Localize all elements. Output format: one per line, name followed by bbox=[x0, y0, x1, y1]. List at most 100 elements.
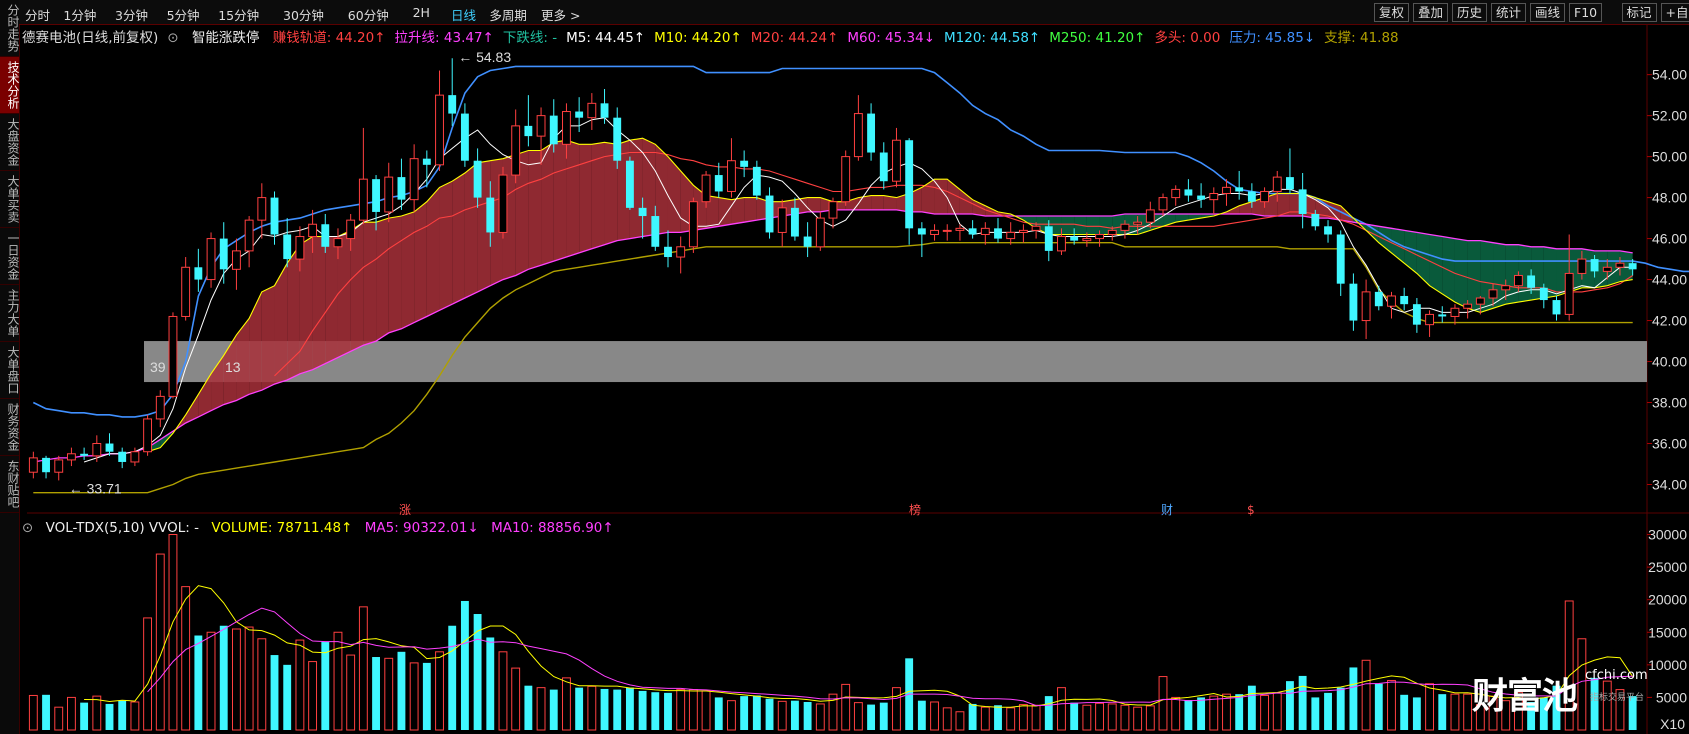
timeframe-tab[interactable]: 1分钟 bbox=[63, 5, 96, 24]
toolbar-button[interactable]: 统计 bbox=[1491, 3, 1527, 22]
candle-body bbox=[1615, 262, 1625, 268]
sidebar-tab[interactable]: 大单盘口 bbox=[0, 342, 20, 399]
volume-bar bbox=[714, 697, 723, 730]
volume-bar bbox=[575, 687, 584, 730]
ribbon-segment bbox=[350, 222, 364, 352]
candle-body bbox=[1463, 303, 1473, 309]
stock-title[interactable]: 德赛电池(日线,前复权) bbox=[22, 30, 158, 46]
ribbon-segment bbox=[541, 142, 554, 266]
sidebar-tab[interactable]: 财务资金 bbox=[0, 399, 20, 456]
sidebar-tab[interactable]: 主力大单 bbox=[0, 285, 20, 342]
candle-body bbox=[1209, 193, 1219, 201]
toolbar-button[interactable]: 画线 bbox=[1530, 3, 1566, 22]
candle-body bbox=[143, 418, 153, 453]
volume-bar bbox=[994, 705, 1002, 730]
volume-bar bbox=[1336, 687, 1345, 730]
toolbar-button[interactable]: +自选 bbox=[1660, 3, 1689, 22]
volume-bar bbox=[587, 685, 597, 731]
volume-bar bbox=[1286, 681, 1294, 730]
volume-bar bbox=[219, 625, 228, 730]
volume-indicator-name[interactable]: VOL-TDX(5,10) VVOL: - bbox=[46, 520, 199, 536]
volume-bar bbox=[1006, 707, 1016, 731]
indicator-value: 下跌线: - bbox=[502, 30, 558, 46]
candle-body bbox=[1349, 283, 1358, 321]
candle-body bbox=[536, 115, 546, 137]
candle-body bbox=[1235, 187, 1244, 192]
ribbon-segment bbox=[871, 195, 884, 210]
ribbon-segment bbox=[1086, 216, 1100, 235]
timeframe-tab[interactable]: 2H bbox=[413, 5, 430, 20]
volume-bar bbox=[333, 631, 343, 731]
watermark-tagline: 指标交易平台 bbox=[1590, 693, 1645, 703]
sidebar-tab[interactable]: 分时走势 bbox=[0, 0, 20, 57]
timeframe-tab[interactable]: 更多 > bbox=[541, 5, 580, 24]
timeframe-tab[interactable]: 日线 bbox=[451, 5, 476, 24]
candle-body bbox=[790, 207, 799, 237]
candle-body bbox=[955, 227, 965, 231]
volume-tick-label: 25000 bbox=[1648, 559, 1687, 575]
indicator-value: 压力: 45.85↓ bbox=[1229, 30, 1316, 46]
candle-body bbox=[879, 152, 888, 182]
volume-bar bbox=[231, 628, 241, 731]
toolbar-button[interactable]: 历史 bbox=[1452, 3, 1488, 22]
ribbon-segment bbox=[261, 285, 275, 391]
candle-body bbox=[498, 174, 508, 233]
ribbon-segment bbox=[1518, 244, 1532, 303]
price-tick-label: 48.00 bbox=[1652, 190, 1687, 206]
volume-bar bbox=[1374, 683, 1383, 730]
ribbon-segment bbox=[553, 140, 567, 262]
price-tick-label: 50.00 bbox=[1652, 149, 1687, 165]
candle-body bbox=[1171, 188, 1181, 199]
watermark-site: cfchi.com bbox=[1585, 668, 1648, 683]
indicator-name[interactable]: 智能涨跌停 bbox=[192, 30, 260, 46]
high-price-label: ← 54.83 bbox=[458, 49, 511, 65]
timeframe-tab[interactable]: 分时 bbox=[25, 5, 50, 24]
candle-body bbox=[1031, 225, 1041, 231]
toolbar-button[interactable]: 标记 bbox=[1621, 3, 1657, 22]
price-tick-label: 34.00 bbox=[1652, 477, 1687, 493]
indicator-value: 赚钱轨道: 44.20↑ bbox=[272, 30, 386, 46]
candle-body bbox=[448, 95, 457, 114]
candle-body bbox=[1120, 223, 1130, 231]
volume-bar bbox=[701, 690, 711, 731]
timeframe-tab[interactable]: 60分钟 bbox=[348, 5, 389, 24]
timeframe-tab[interactable]: 3分钟 bbox=[115, 5, 148, 24]
volume-bar bbox=[1272, 692, 1282, 731]
volume-selector-icon[interactable]: ⊙ bbox=[22, 520, 33, 536]
sidebar-tab[interactable]: 技术分析 bbox=[0, 57, 20, 114]
timeframe-tab[interactable]: 多周期 bbox=[489, 5, 527, 24]
candle-body bbox=[105, 443, 114, 452]
toolbar-button[interactable]: 复权 bbox=[1374, 3, 1410, 22]
sidebar-tab[interactable]: 东财贴吧 bbox=[0, 456, 20, 513]
sidebar-tab[interactable]: 大单买卖 bbox=[0, 171, 20, 228]
ribbon-segment bbox=[325, 236, 338, 364]
sidebar-tab[interactable]: 一日资金 bbox=[0, 228, 20, 285]
indicator-value: 多头: 0.00 bbox=[1154, 30, 1221, 46]
volume-bar bbox=[942, 707, 952, 731]
event-marker: 财 bbox=[1161, 503, 1173, 517]
candle-body bbox=[688, 201, 698, 248]
timeframe-tab[interactable]: 5分钟 bbox=[167, 5, 200, 24]
volume-bar bbox=[777, 700, 787, 731]
toolbar-button[interactable]: F10 bbox=[1569, 3, 1603, 22]
kline-chart[interactable]: 54.00 52.00 50.00 48.00 46.00 44.00 42.00 40.00… bbox=[19, 0, 1689, 734]
band-label: 13 bbox=[225, 359, 241, 375]
candle-body bbox=[867, 113, 876, 153]
candle-body bbox=[828, 201, 838, 219]
price-tick-label: 54.00 bbox=[1652, 67, 1687, 83]
candle-body bbox=[1450, 307, 1460, 317]
volume-bar bbox=[283, 664, 292, 730]
event-marker: $ bbox=[1247, 503, 1255, 517]
volume-unit-label: X10 bbox=[1660, 716, 1685, 732]
candle-body bbox=[435, 94, 444, 166]
price-tick-label: 44.00 bbox=[1652, 272, 1687, 288]
timeframe-tab[interactable]: 15分钟 bbox=[218, 5, 259, 24]
indicator-selector-icon[interactable]: ⊙ bbox=[167, 30, 178, 46]
volume-bar bbox=[1082, 704, 1092, 731]
toolbar-button[interactable]: 叠加 bbox=[1413, 3, 1449, 22]
candle-body bbox=[1222, 186, 1231, 195]
volume-bar bbox=[181, 586, 191, 731]
candle-body bbox=[1400, 295, 1409, 305]
sidebar-tab[interactable]: 大盘资金 bbox=[0, 114, 20, 171]
timeframe-tab[interactable]: 30分钟 bbox=[283, 5, 324, 24]
